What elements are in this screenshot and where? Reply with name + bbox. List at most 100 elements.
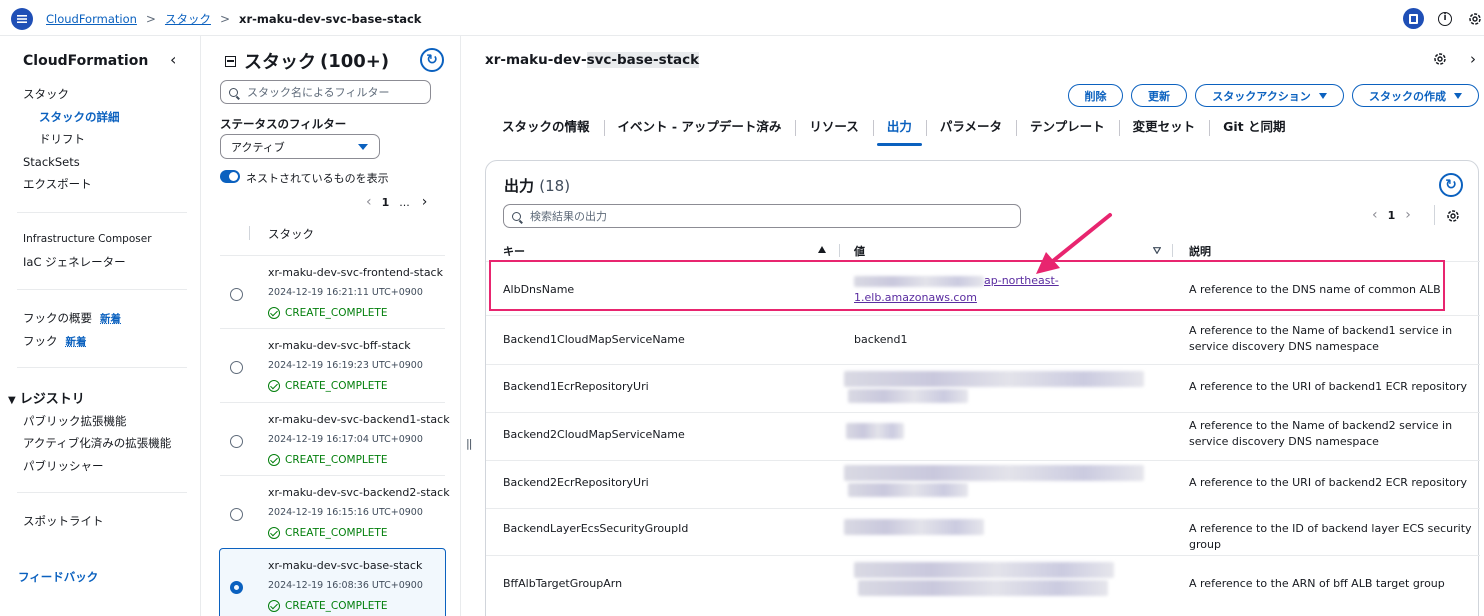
feedback-link[interactable]: フィードバック	[18, 569, 98, 585]
stack-time: 2024-12-19 16:08:36 UTC+0900	[268, 580, 423, 591]
column-separator	[249, 226, 250, 240]
nav-item-drift[interactable]: ドリフト	[39, 131, 85, 147]
status-text: CREATE_COMPLETE	[285, 454, 388, 466]
tab-stack-info[interactable]: スタックの情報	[488, 116, 604, 146]
stack-radio[interactable]	[230, 361, 243, 374]
column-header-value[interactable]: 値	[854, 243, 865, 259]
prev-page-icon[interactable]: ‹	[366, 194, 372, 210]
output-key: BackendLayerEcsSecurityGroupId	[503, 522, 689, 535]
column-header-key[interactable]: キー	[503, 243, 525, 259]
sort-ascending-icon[interactable]	[818, 246, 826, 253]
resize-handle[interactable]: ||	[466, 437, 473, 450]
stack-row[interactable]: xr-maku-dev-svc-bff-stack 2024-12-19 16:…	[220, 328, 445, 401]
page-number[interactable]: 1	[382, 196, 390, 209]
status-filter-label: ステータスのフィルター	[220, 117, 347, 131]
redacted-value	[844, 519, 984, 535]
nav-item-publishers[interactable]: パブリッシャー	[23, 458, 104, 474]
settings-icon[interactable]	[1433, 52, 1447, 66]
output-key: Backend2CloudMapServiceName	[503, 428, 685, 441]
nav-item-public-extensions[interactable]: パブリック拡張機能	[23, 413, 127, 429]
divider	[17, 289, 187, 290]
outputs-pagination: ‹ 1 ›	[1372, 207, 1411, 223]
nav-item-spotlight[interactable]: スポットライト	[23, 513, 104, 529]
stack-radio[interactable]	[230, 288, 243, 301]
caret-down-icon	[1454, 92, 1462, 99]
nav-item-activated-extensions[interactable]: アクティブ化済みの拡張機能	[23, 435, 171, 451]
chevron-right-icon[interactable]: ›	[1470, 50, 1476, 68]
status-filter-select[interactable]: アクティブ	[220, 134, 380, 159]
collapse-icon[interactable]	[225, 55, 236, 67]
stack-row[interactable]: xr-maku-dev-svc-backend1-stack 2024-12-1…	[220, 402, 450, 475]
stack-radio[interactable]	[230, 508, 243, 521]
redacted-value	[854, 562, 1114, 578]
settings-icon[interactable]	[1468, 12, 1482, 26]
search-placeholder: 検索結果の出力	[530, 210, 607, 223]
page-title: xr-maku-dev-svc-base-stack	[485, 52, 700, 68]
registry-title: レジストリ	[19, 392, 85, 407]
nav-item-stacksets[interactable]: StackSets	[23, 155, 80, 169]
nav-item-infrastructure-composer[interactable]: Infrastructure Composer	[23, 233, 152, 245]
tab-events[interactable]: イベント - アップデート済み	[603, 116, 796, 146]
nav-item-iac-generator[interactable]: IaC ジェネレーター	[23, 254, 126, 270]
collapse-icon[interactable]: ‹	[170, 50, 176, 69]
nav-item-stacks[interactable]: スタック	[23, 86, 69, 102]
output-key: Backend1CloudMapServiceName	[503, 333, 685, 346]
chevron-right-icon: >	[145, 12, 156, 26]
nav-item-stack-details[interactable]: スタックの詳細	[39, 109, 120, 125]
breadcrumb-stacks[interactable]: スタック	[165, 11, 211, 27]
stack-radio[interactable]	[230, 435, 243, 448]
caret-down-icon	[1318, 92, 1327, 99]
column-header-description[interactable]: 説明	[1189, 243, 1211, 259]
gear-icon[interactable]	[1446, 209, 1460, 223]
output-description: A reference to the ID of backend layer E…	[1189, 522, 1472, 551]
update-button[interactable]: 更新	[1131, 84, 1187, 107]
refresh-icon[interactable]: ↻	[420, 48, 444, 72]
tab-git-sync[interactable]: Git と同期	[1209, 116, 1299, 146]
nested-toggle[interactable]	[220, 170, 240, 183]
outputs-title: 出力 (18)	[504, 175, 570, 196]
stack-row[interactable]: xr-maku-dev-svc-frontend-stack 2024-12-1…	[220, 255, 445, 328]
menu-icon[interactable]	[11, 8, 33, 30]
sort-icon[interactable]	[1153, 247, 1161, 254]
page-number[interactable]: 1	[1388, 209, 1396, 222]
delete-button[interactable]: 削除	[1068, 84, 1123, 107]
stack-row-selected[interactable]: xr-maku-dev-svc-base-stack 2024-12-19 16…	[219, 548, 446, 616]
prev-page-icon[interactable]: ‹	[1372, 207, 1378, 223]
next-page-icon[interactable]: ›	[1405, 207, 1411, 223]
divider	[17, 367, 187, 368]
search-icon	[512, 211, 521, 221]
output-description: A reference to the URI of backend1 ECR r…	[1189, 380, 1468, 393]
stack-name: xr-maku-dev-svc-base-stack	[268, 559, 423, 572]
output-description: A reference to the Name of backend1 serv…	[1189, 324, 1453, 353]
next-page-icon[interactable]: ›	[422, 194, 428, 210]
tab-template[interactable]: テンプレート	[1015, 116, 1119, 146]
panel-icon[interactable]	[1403, 8, 1424, 29]
stack-time: 2024-12-19 16:17:04 UTC+0900	[268, 434, 423, 445]
status-text: CREATE_COMPLETE	[285, 307, 388, 319]
info-icon[interactable]: i	[1438, 11, 1452, 26]
nav-item-hooks-overview[interactable]: フックの概要 新着	[23, 310, 121, 326]
create-stack-button[interactable]: スタックの作成	[1352, 84, 1479, 107]
tab-parameters[interactable]: パラメータ	[925, 116, 1016, 146]
stack-radio-selected[interactable]	[230, 581, 243, 594]
nav-item-label: フック	[23, 334, 58, 348]
table-row: BackendLayerEcsSecurityGroupId A referen…	[486, 508, 1480, 555]
tab-outputs[interactable]: 出力	[872, 116, 926, 146]
tab-change-sets[interactable]: 変更セット	[1118, 116, 1210, 146]
registry-section[interactable]: ▼ レジストリ	[8, 388, 85, 407]
outputs-search-input[interactable]: 検索結果の出力	[503, 204, 1021, 228]
stack-search-input[interactable]: スタック名によるフィルター	[220, 80, 431, 104]
new-badge: 新着	[65, 336, 87, 348]
nav-item-hooks[interactable]: フック 新着	[23, 333, 87, 349]
stack-list-panel: スタック (100+) ↻ スタック名によるフィルター ステータスのフィルター …	[202, 36, 461, 616]
stack-time: 2024-12-19 16:21:11 UTC+0900	[268, 287, 423, 298]
stack-actions-button[interactable]: スタックアクション	[1195, 84, 1344, 107]
nav-item-exports[interactable]: エクスポート	[23, 176, 92, 192]
stack-column-label: スタック	[268, 227, 314, 241]
breadcrumb-cloudformation[interactable]: CloudFormation	[46, 12, 137, 26]
refresh-icon[interactable]: ↻	[1439, 173, 1463, 197]
left-navigation: CloudFormation ‹ スタック スタックの詳細 ドリフト Stack…	[0, 36, 201, 616]
stack-row[interactable]: xr-maku-dev-svc-backend2-stack 2024-12-1…	[220, 475, 450, 548]
top-bar: CloudFormation > スタック > xr-maku-dev-svc-…	[0, 0, 1484, 36]
tab-resources[interactable]: リソース	[795, 116, 872, 146]
